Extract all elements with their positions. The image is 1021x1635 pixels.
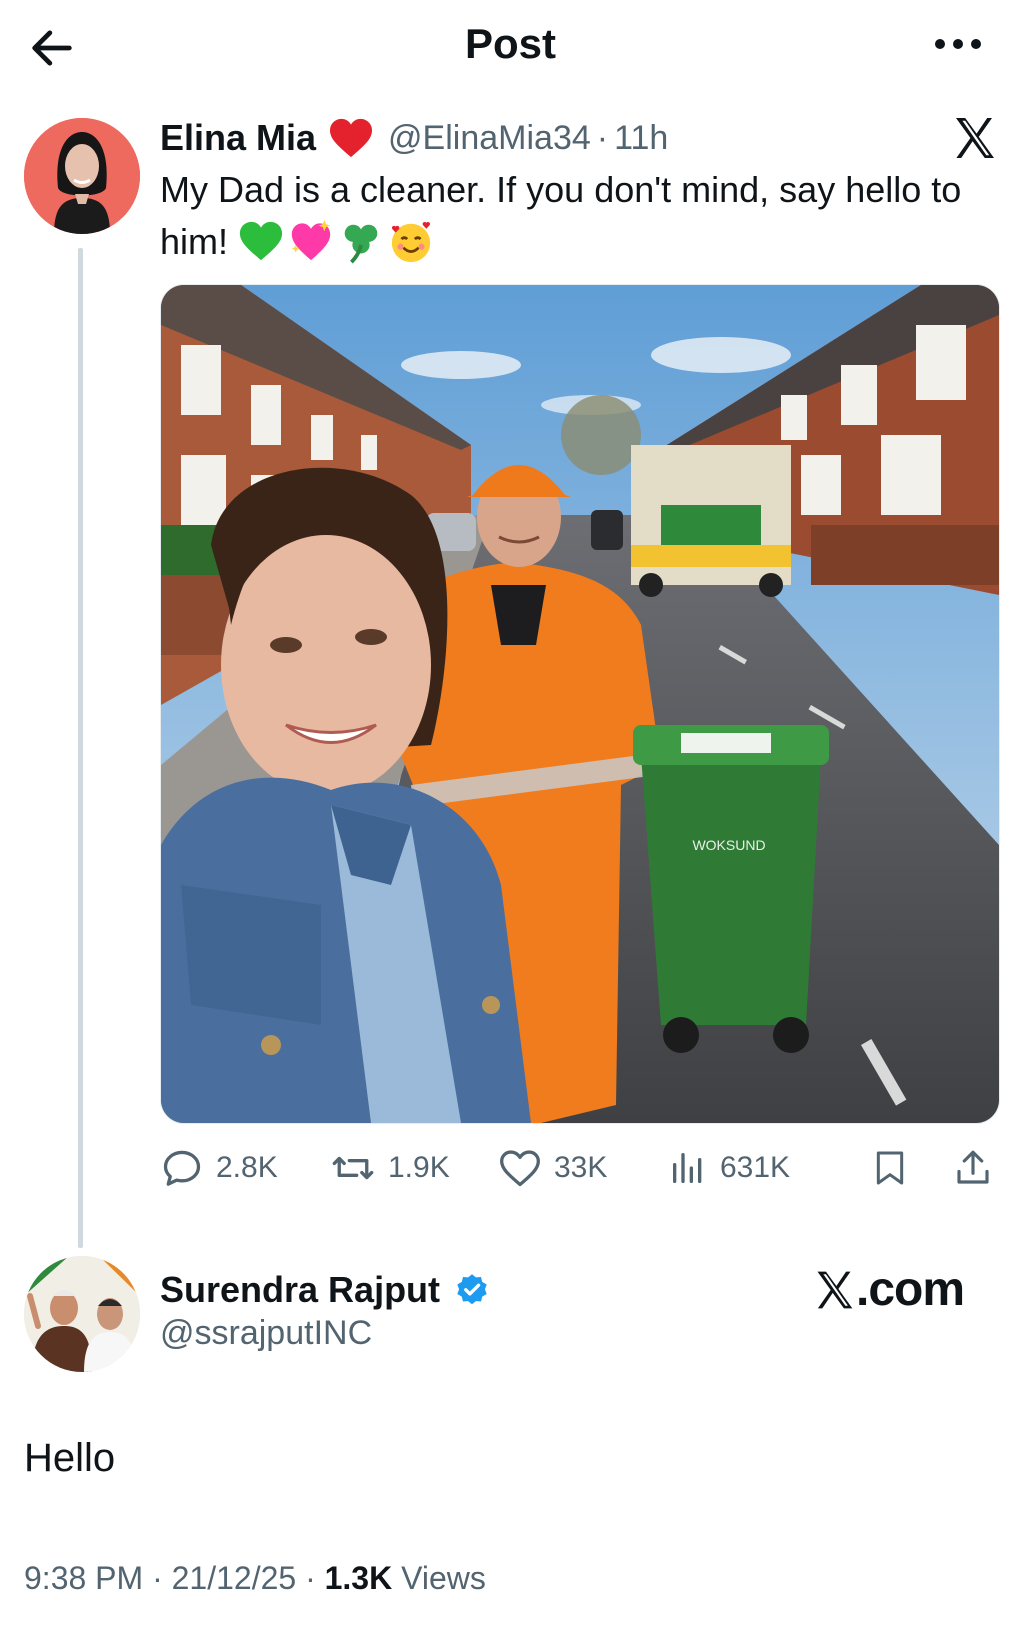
more-horizontal-icon <box>935 39 981 49</box>
like-button[interactable]: 33K <box>498 1140 607 1196</box>
meta-separator: · <box>152 1560 163 1596</box>
reply-text: Hello <box>24 1436 116 1480</box>
post-action-bar: 2.8K 1.9K 33K 631K <box>160 1140 1000 1196</box>
analytics-icon <box>673 1153 702 1183</box>
share-icon <box>957 1150 989 1184</box>
reply-views-label: Views <box>401 1560 486 1596</box>
page-title: Post <box>464 20 556 67</box>
reply-date[interactable]: 21/12/25 <box>172 1560 297 1596</box>
reply-author-handle[interactable]: @ssrajputINC <box>160 1314 372 1353</box>
repost-icon <box>332 1156 374 1180</box>
meta-separator: · <box>305 1560 316 1596</box>
reply-author-row: Surendra Rajput <box>160 1264 490 1316</box>
x-logo-icon <box>817 1271 853 1308</box>
more-button[interactable] <box>918 18 998 70</box>
separator: · <box>596 118 609 157</box>
sparkling-heart-icon <box>288 218 334 264</box>
post-author-handle[interactable]: @ElinaMia34 <box>388 119 591 158</box>
heart-icon <box>500 1150 540 1187</box>
repost-button[interactable]: 1.9K <box>330 1140 450 1196</box>
post-author-row: Elina Mia @ElinaMia34 · 11h <box>160 110 668 166</box>
x-com-watermark: .com <box>812 1262 965 1317</box>
post-time[interactable]: 11h <box>614 119 668 158</box>
reply-count: 2.8K <box>216 1151 278 1184</box>
share-button[interactable] <box>952 1140 1006 1196</box>
verified-badge-icon <box>454 1272 490 1308</box>
reply-time[interactable]: 9:38 PM <box>24 1560 143 1596</box>
post-author-name[interactable]: Elina Mia <box>160 117 316 159</box>
author-avatar[interactable] <box>24 118 140 234</box>
thread-line <box>78 248 83 1248</box>
x-logo-icon <box>950 114 998 162</box>
post-text: My Dad is a cleaner. If you don't mind, … <box>160 164 1000 268</box>
reply-views-count: 1.3K <box>324 1560 393 1596</box>
reply-author-name[interactable]: Surendra Rajput <box>160 1269 440 1311</box>
reply-meta: 9:38 PM · 21/12/25 · 1.3K Views <box>24 1560 486 1597</box>
watermark-text: .com <box>856 1263 965 1316</box>
red-heart-icon <box>328 117 374 159</box>
shamrock-icon <box>338 218 384 264</box>
bookmark-icon <box>876 1151 904 1185</box>
views-button[interactable]: 631K <box>668 1140 790 1196</box>
post-image[interactable]: WOKSUND <box>160 284 1000 1124</box>
like-count: 33K <box>554 1151 608 1184</box>
reply-icon <box>163 1150 201 1186</box>
views-count: 631K <box>720 1151 791 1184</box>
bookmark-button[interactable] <box>870 1140 922 1196</box>
green-heart-icon <box>238 218 284 264</box>
bin-label: WOKSUND <box>692 837 765 853</box>
repost-count: 1.9K <box>388 1151 450 1184</box>
reply-button[interactable]: 2.8K <box>160 1140 278 1196</box>
reply-author-avatar[interactable] <box>24 1256 140 1372</box>
smiling-face-with-hearts-icon <box>388 218 434 264</box>
